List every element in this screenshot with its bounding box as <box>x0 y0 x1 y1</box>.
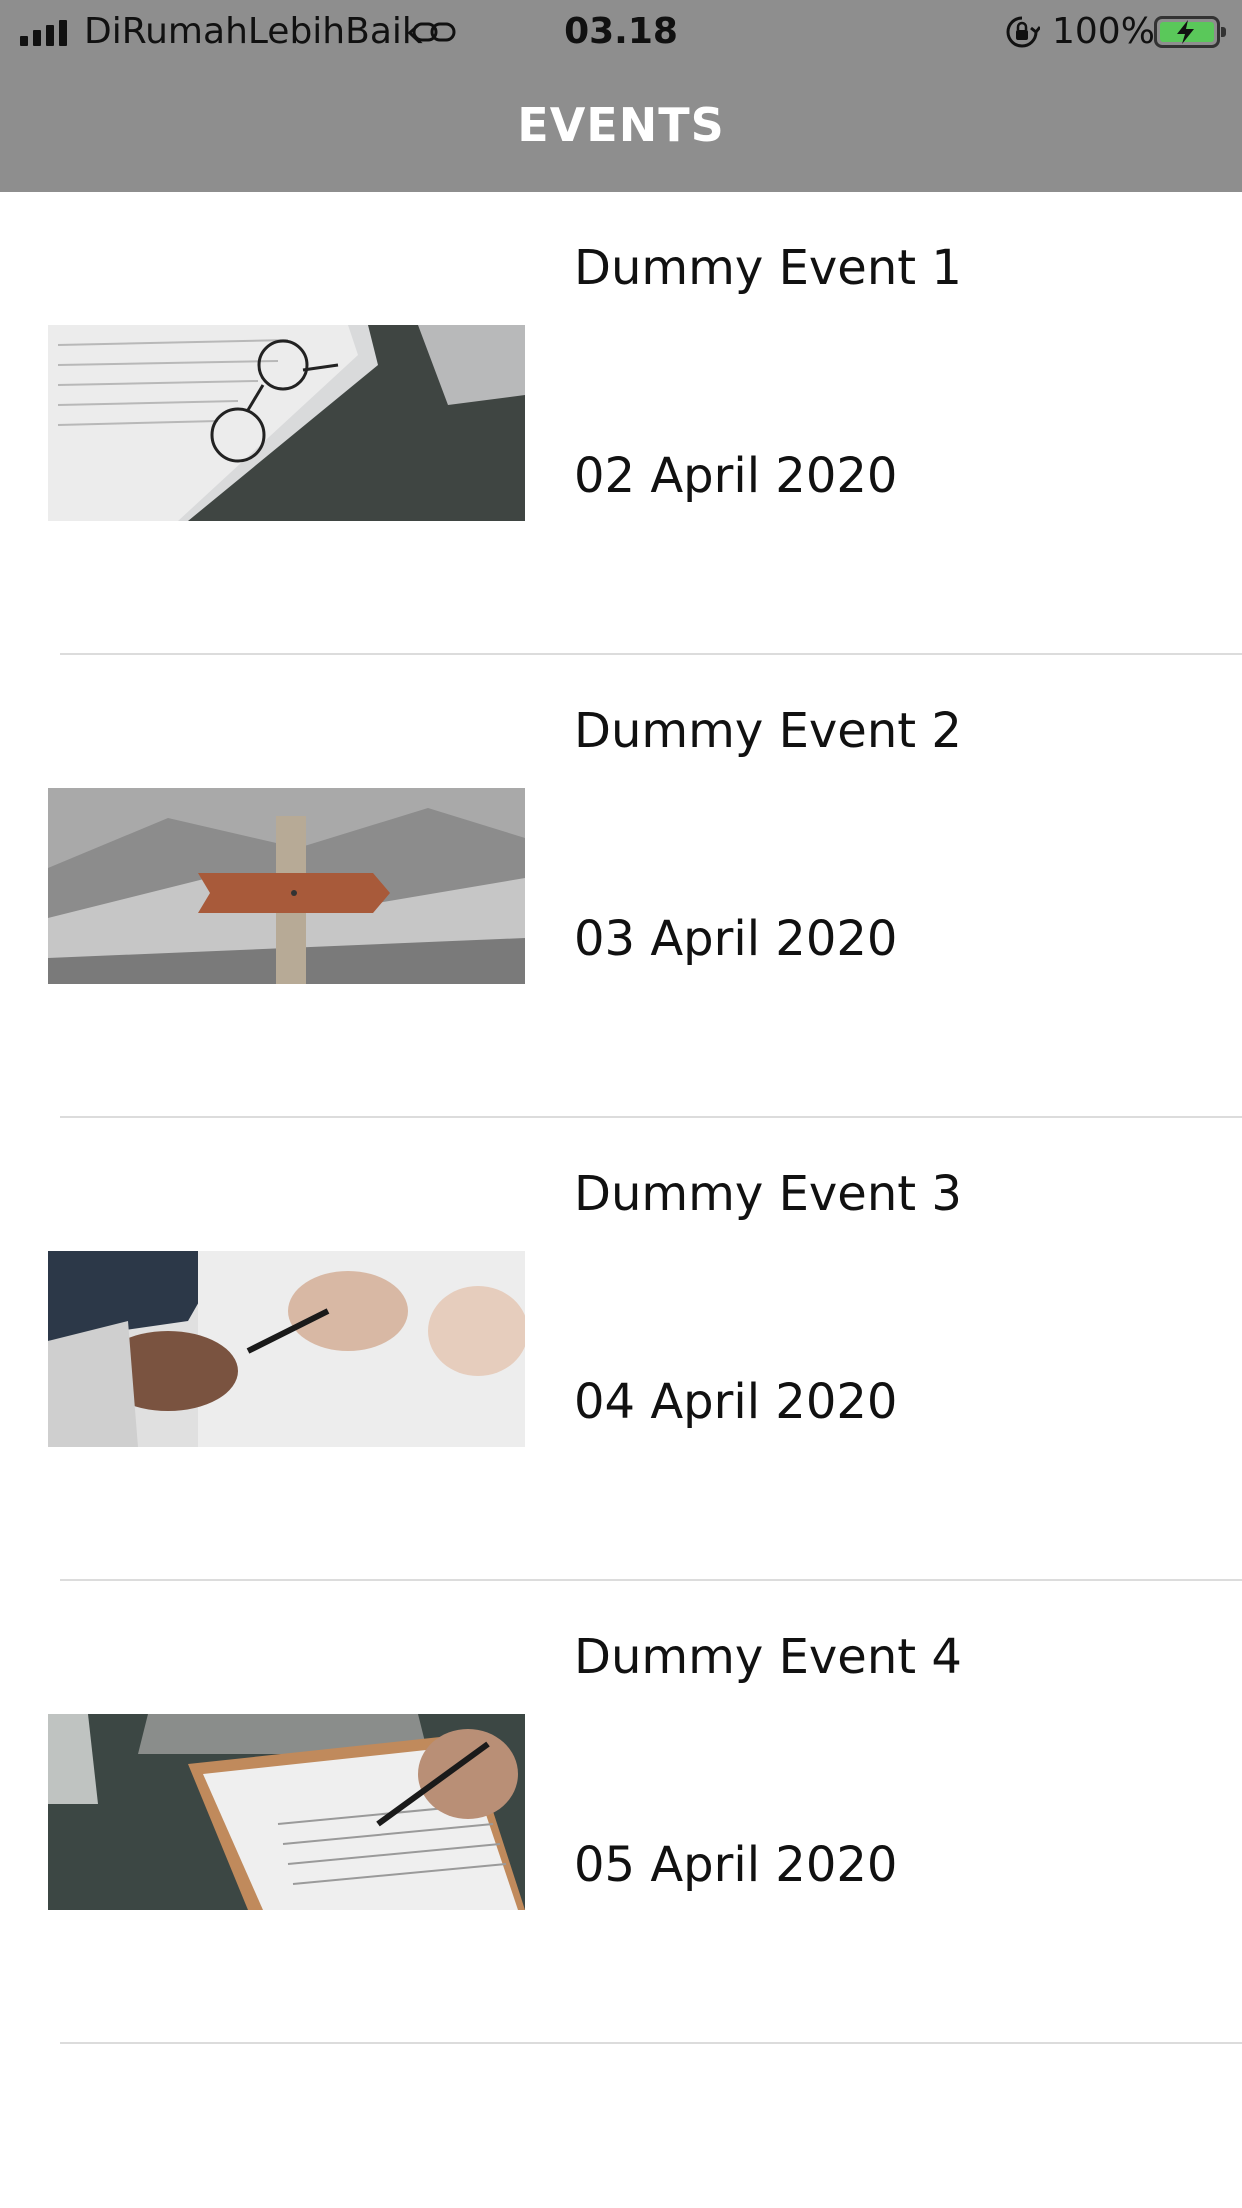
event-date: 02 April 2020 <box>574 448 898 504</box>
event-thumbnail <box>48 788 525 984</box>
event-row[interactable]: Dummy Event 3 04 April 2020 <box>0 1118 1242 1581</box>
event-title: Dummy Event 2 <box>574 703 962 759</box>
row-separator <box>60 2042 1242 2044</box>
event-title: Dummy Event 4 <box>574 1629 962 1685</box>
event-thumbnail <box>48 1251 525 1447</box>
event-date: 04 April 2020 <box>574 1374 898 1430</box>
event-row[interactable]: Dummy Event 1 02 April 2020 <box>0 192 1242 655</box>
status-bar: DiRumahLebihBaik 03.18 100% <box>0 0 1242 64</box>
event-thumbnail <box>48 1714 525 1910</box>
event-thumbnail <box>48 325 525 521</box>
page-title: EVENTS <box>517 98 725 152</box>
event-row[interactable]: Dummy Event 2 03 April 2020 <box>0 655 1242 1118</box>
event-title: Dummy Event 3 <box>574 1166 962 1222</box>
rotation-lock-icon <box>1006 16 1040 48</box>
event-date: 03 April 2020 <box>574 911 898 967</box>
event-date: 05 April 2020 <box>574 1837 898 1893</box>
event-title: Dummy Event 1 <box>574 240 962 296</box>
battery-percentage: 100% <box>1052 11 1155 52</box>
battery-icon <box>1154 16 1226 48</box>
top-header: DiRumahLebihBaik 03.18 100% EVENTS <box>0 0 1242 192</box>
event-row[interactable]: Dummy Event 4 05 April 2020 <box>0 1581 1242 2044</box>
event-list: Dummy Event 1 02 April 2020 Dummy Event … <box>0 192 1242 2044</box>
